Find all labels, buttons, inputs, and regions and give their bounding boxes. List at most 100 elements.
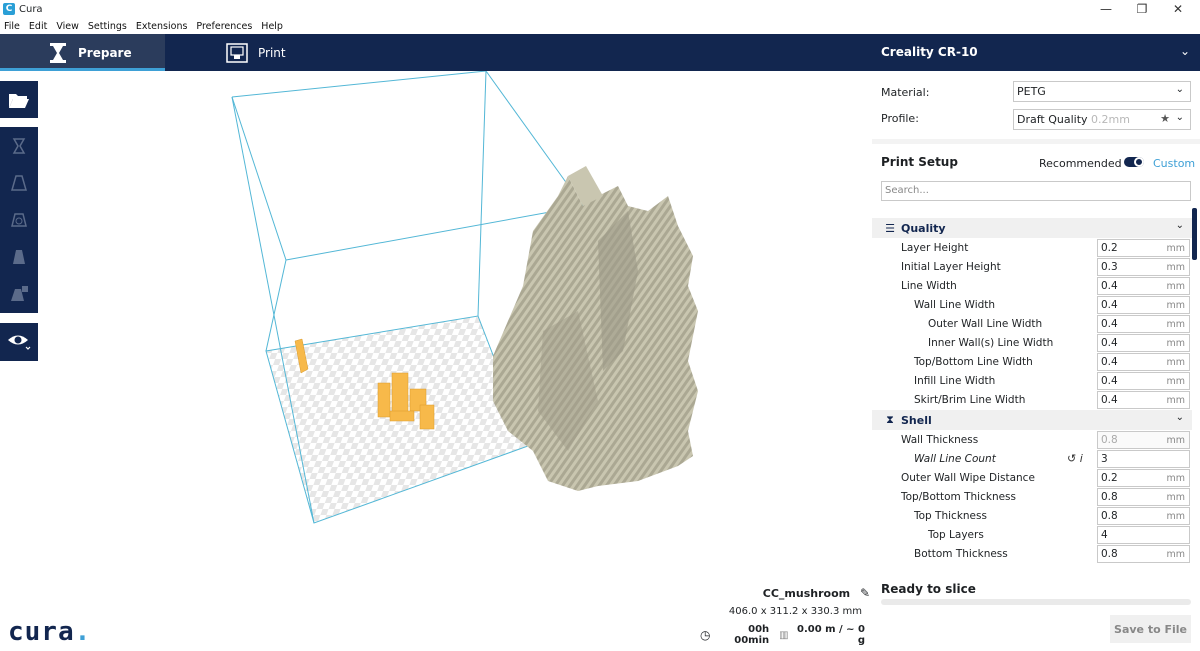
setting-input[interactable]: 3 [1097,450,1190,468]
category-shell[interactable]: ⧗ Shell ⌄ [872,410,1192,430]
rotate-icon [11,212,27,227]
mode-toggle[interactable] [1124,157,1144,167]
menu-extensions[interactable]: Extensions [136,21,188,32]
print-icon [226,42,248,63]
view-panel [0,323,38,361]
build-volume-scene [231,70,698,524]
tab-print[interactable]: Print [226,34,286,71]
setting-input[interactable]: 0.4 mm [1097,334,1190,352]
setting-input[interactable]: 0.4 mm [1097,296,1190,314]
scale-tool-button[interactable] [0,164,38,201]
tab-prepare-label: Prepare [78,45,132,60]
setting-top-bottom-thickness: Top/Bottom Thickness 0.8 mm [872,488,1192,507]
setting-skirt-brim-line-width: Skirt/Brim Line Width 0.4 mm [872,391,1192,410]
reset-icon[interactable]: ↺ i [1067,452,1083,465]
settings-search-input[interactable]: Search... [881,181,1191,201]
minimize-button[interactable]: — [1088,0,1124,18]
move-tool-button[interactable] [0,127,38,164]
setting-input[interactable]: 0.8 mm [1097,431,1190,449]
menu-bar: File Edit View Settings Extensions Prefe… [0,18,1200,34]
cura-app-icon: C [3,3,15,15]
setting-layer-height: Layer Height 0.2 mm [872,239,1192,258]
setting-input[interactable]: 0.2 mm [1097,469,1190,487]
menu-edit[interactable]: Edit [29,21,47,32]
setting-input[interactable]: 0.2 mm [1097,239,1190,257]
slice-section: Ready to slice Save to File [872,572,1200,651]
mirror-tool-button[interactable] [0,238,38,275]
open-file-panel [0,81,38,118]
chevron-down-icon[interactable]: ⌄ [1180,44,1190,58]
per-model-settings-icon [11,285,28,301]
setting-outer-wall-line-width: Outer Wall Line Width 0.4 mm [872,315,1192,334]
menu-preferences[interactable]: Preferences [196,21,252,32]
material-select[interactable]: PETG ⌄ [1013,81,1191,102]
clock-icon: ◷ [700,628,711,642]
scale-icon [11,174,27,191]
mode-custom[interactable]: Custom [1153,157,1195,170]
profile-label: Profile: [881,112,919,125]
chevron-down-icon: ⌄ [1175,220,1184,231]
move-icon [12,137,26,154]
top-header: Prepare Print Creality CR-10 ⌄ [0,34,1200,71]
print-estimate: ◷ 00h 00min ▥ 0.00 m / ~ 0 g [700,624,865,646]
job-name[interactable]: CC_mushroom ✎ [700,586,870,600]
print-time: 00h 00min [734,624,770,646]
setting-input[interactable]: 0.8 mm [1097,488,1190,506]
profile-select[interactable]: Draft Quality 0.2mm ★ ⌄ [1013,109,1191,130]
folder-open-icon [9,93,29,108]
title-bar: C Cura — ❐ ✕ [0,0,1200,18]
menu-help[interactable]: Help [261,21,283,32]
setting-line-width: Line Width 0.4 mm [872,277,1192,296]
close-button[interactable]: ✕ [1160,0,1196,18]
setting-infill-line-width: Infill Line Width 0.4 mm [872,372,1192,391]
mode-recommended[interactable]: Recommended [1039,157,1122,170]
setting-top-layers: Top Layers 4 [872,526,1192,545]
printer-selector[interactable]: Creality CR-10 [881,45,978,59]
setting-input[interactable]: 0.8 mm [1097,545,1190,563]
setting-top-bottom-line-width: Top/Bottom Line Width 0.4 mm [872,353,1192,372]
chevron-down-icon: ⌄ [1175,84,1184,95]
model-dimensions: 406.0 x 311.2 x 330.3 mm [728,606,862,617]
category-quality[interactable]: ☰ Quality ⌄ [872,218,1192,238]
setting-wall-thickness: Wall Thickness 0.8 mm [872,431,1192,450]
shell-icon: ⧗ [886,413,894,426]
3d-viewport[interactable] [38,70,872,651]
material-profile-section: Material: PETG ⌄ Profile: Draft Quality … [872,71,1200,139]
setting-bottom-thickness: Bottom Thickness 0.8 mm [872,545,1192,564]
menu-settings[interactable]: Settings [88,21,127,32]
setting-input[interactable]: 4 [1097,526,1190,544]
eye-icon [8,335,31,350]
chevron-down-icon: ⌄ [1175,412,1184,423]
setting-input[interactable]: 0.3 mm [1097,258,1190,276]
quality-icon: ☰ [885,221,895,235]
menu-file[interactable]: File [4,21,20,32]
setting-input[interactable]: 0.4 mm [1097,391,1190,409]
setting-input[interactable]: 0.4 mm [1097,372,1190,390]
spool-icon: ▥ [779,629,789,641]
material-usage: 0.00 m / ~ 0 g [796,624,865,646]
mirror-icon [13,249,25,264]
view-mode-button[interactable] [0,323,38,360]
setting-input[interactable]: 0.4 mm [1097,315,1190,333]
open-file-button[interactable] [0,81,38,118]
menu-view[interactable]: View [56,21,79,32]
maximize-button[interactable]: ❐ [1124,0,1160,18]
pencil-icon[interactable]: ✎ [860,586,870,600]
setting-outer-wall-wipe-distance: Outer Wall Wipe Distance 0.2 mm [872,469,1192,488]
tab-prepare[interactable]: Prepare [0,34,165,71]
tool-panel [0,127,38,313]
window-title: Cura [19,3,43,15]
setting-input[interactable]: 0.4 mm [1097,277,1190,295]
setting-inner-wall-line-width: Inner Wall(s) Line Width 0.4 mm [872,334,1192,353]
tab-print-label: Print [258,45,286,60]
setting-input[interactable]: 0.4 mm [1097,353,1190,371]
save-to-file-button[interactable]: Save to File [1110,615,1191,643]
per-model-settings-button[interactable] [0,275,38,312]
job-name-label: CC_mushroom [762,587,851,600]
settings-scrollbar[interactable] [1192,208,1197,260]
info-icon: i [1079,452,1083,465]
cura-logo: cura. [8,617,92,647]
setting-input[interactable]: 0.8 mm [1097,507,1190,525]
rotate-tool-button[interactable] [0,201,38,238]
settings-panel: Material: PETG ⌄ Profile: Draft Quality … [872,71,1200,651]
